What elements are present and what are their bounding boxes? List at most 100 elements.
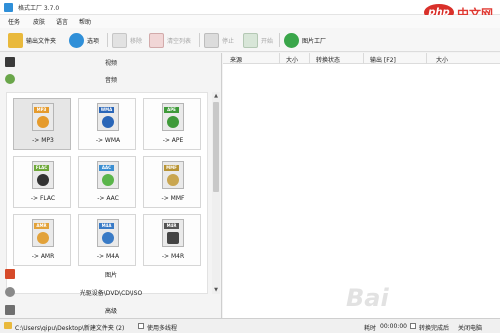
format-tile-amr[interactable]: AMR -> AMR: [13, 214, 71, 266]
file-document-icon: M4A: [97, 219, 119, 247]
image-factory-button[interactable]: 图片工厂: [284, 31, 326, 49]
start-button[interactable]: 开始: [243, 31, 273, 49]
m4a-icon: M4A: [99, 223, 114, 229]
format-symbol: [167, 116, 179, 128]
elapsed-value: 00:00:00: [380, 323, 407, 330]
task-list-header: 来源 大小 转换状态 输出 [F2] 大小: [223, 53, 500, 64]
output-folder-icon: [4, 322, 12, 329]
task-list: 来源 大小 转换状态 输出 [F2] 大小: [223, 53, 500, 318]
format-symbol: [102, 232, 114, 244]
mp3-icon: MP3: [34, 107, 49, 113]
format-label: -> FLAC: [30, 195, 56, 202]
format-tile-wma[interactable]: WMA -> WMA: [78, 98, 136, 150]
toolbar-divider: [199, 33, 200, 47]
file-document-icon: AMR: [32, 219, 54, 247]
app-logo-icon: [4, 3, 13, 12]
clear-icon: [149, 32, 164, 48]
format-tile-ape[interactable]: APE -> APE: [143, 98, 201, 150]
col-source[interactable]: 来源: [230, 55, 242, 64]
m4r-icon: M4R: [164, 223, 179, 229]
column-divider: [279, 53, 280, 64]
stop-button[interactable]: 停止: [204, 31, 234, 49]
format-label: -> AMR: [31, 253, 55, 260]
format-label: -> M4R: [161, 253, 185, 260]
format-symbol: [102, 174, 114, 186]
clear-list-label: 清空列表: [167, 37, 192, 45]
category-video-label: 视频: [104, 60, 117, 67]
category-advanced-label: 高级: [104, 308, 117, 315]
output-folder-label: 输出文件夹: [26, 37, 57, 45]
format-symbol: [167, 174, 179, 186]
format-tile-aac[interactable]: AAC -> AAC: [78, 156, 136, 208]
elapsed-label: 耗时: [364, 325, 377, 332]
format-symbol: [167, 232, 179, 244]
ape-icon: APE: [164, 107, 179, 113]
format-tile-mmf[interactable]: MMF -> MMF: [143, 156, 201, 208]
folder-icon: [8, 32, 23, 48]
output-path[interactable]: C:\Users\qipu\Desktop\新建文件夹 (2): [15, 323, 124, 332]
file-document-icon: M4R: [162, 219, 184, 247]
column-divider: [426, 53, 427, 64]
stop-icon: [204, 32, 219, 48]
format-symbol: [37, 174, 49, 186]
scroll-thumb[interactable]: [213, 102, 219, 192]
menu-help[interactable]: 帮助: [79, 17, 91, 26]
scroll-up-icon[interactable]: ▲: [212, 92, 220, 100]
format-tile-mp3[interactable]: MP3 -> MP3: [13, 98, 71, 150]
aac-icon: AAC: [99, 165, 114, 171]
category-pane: 视频 音频 MP3 -> MP3 WMA -> WMA APE -> APE F…: [0, 53, 222, 318]
category-disc[interactable]: 光驱设备\DVD\CD\ISO: [0, 286, 222, 298]
format-label: -> AAC: [97, 195, 119, 202]
column-divider: [309, 53, 310, 64]
format-tile-m4a[interactable]: M4A -> M4A: [78, 214, 136, 266]
start-icon: [243, 32, 258, 48]
output-folder-button[interactable]: 输出文件夹: [8, 31, 56, 49]
category-audio-label: 音频: [104, 77, 117, 84]
format-label: -> MMF: [161, 195, 185, 202]
file-document-icon: AAC: [97, 161, 119, 189]
col-output-size[interactable]: 大小: [436, 55, 448, 64]
options-icon: [69, 32, 84, 48]
menu-bar: 任务 皮肤 语言 帮助: [0, 15, 500, 28]
format-tile-flac[interactable]: FLAC -> FLAC: [13, 156, 71, 208]
format-symbol: [37, 232, 49, 244]
file-document-icon: WMA: [97, 103, 119, 131]
category-audio[interactable]: 音频: [0, 73, 222, 85]
remove-button[interactable]: 移除: [112, 31, 142, 49]
menu-skin[interactable]: 皮肤: [33, 17, 45, 26]
multithread-label: 使用多线程: [147, 325, 178, 332]
options-button[interactable]: 选项: [69, 31, 99, 49]
baidu-watermark: Bai: [346, 284, 389, 312]
start-label: 开始: [261, 37, 274, 45]
category-video[interactable]: 视频: [0, 56, 222, 68]
file-document-icon: MP3: [32, 103, 54, 131]
image-factory-label: 图片工厂: [302, 37, 327, 45]
after-complete-action[interactable]: 关闭电脑: [458, 323, 482, 332]
col-output[interactable]: 输出 [F2]: [370, 55, 396, 64]
format-label: -> MP3: [32, 137, 54, 144]
audio-format-grid: MP3 -> MP3 WMA -> WMA APE -> APE FLAC ->…: [6, 92, 208, 294]
column-divider: [363, 53, 364, 64]
after-complete-label: 转换完成后: [419, 325, 450, 332]
category-advanced[interactable]: 高级: [0, 304, 222, 316]
clear-list-button[interactable]: 清空列表: [149, 31, 191, 49]
col-size[interactable]: 大小: [286, 55, 298, 64]
toolbar: 输出文件夹 选项 移除 清空列表 停止 开始 图片工厂: [0, 28, 500, 52]
category-image-label: 图片: [104, 272, 117, 279]
format-tile-m4r[interactable]: M4R -> M4R: [143, 214, 201, 266]
category-disc-label: 光驱设备\DVD\CD\ISO: [79, 290, 143, 297]
menu-language[interactable]: 语言: [56, 17, 68, 26]
format-symbol: [37, 116, 49, 128]
remove-icon: [112, 32, 127, 48]
file-document-icon: APE: [162, 103, 184, 131]
toolbar-divider: [107, 33, 108, 47]
col-status[interactable]: 转换状态: [316, 55, 340, 64]
format-label: -> APE: [162, 137, 184, 144]
multithread-checkbox[interactable]: [138, 323, 144, 329]
menu-task[interactable]: 任务: [8, 17, 20, 26]
after-complete-checkbox[interactable]: [410, 323, 416, 329]
category-image[interactable]: 图片: [0, 268, 222, 280]
format-scrollbar[interactable]: ▲ ▼: [212, 92, 220, 294]
format-label: -> M4A: [96, 253, 120, 260]
format-label: -> WMA: [95, 137, 121, 144]
